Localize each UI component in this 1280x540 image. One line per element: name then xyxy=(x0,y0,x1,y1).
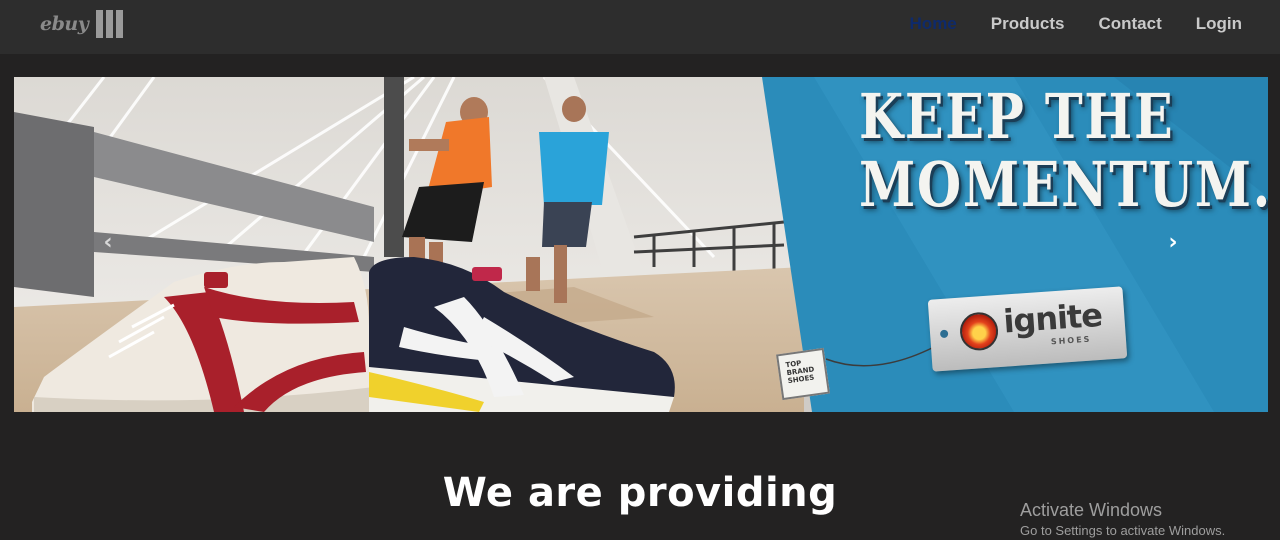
watermark-title: Activate Windows xyxy=(1020,500,1163,520)
nav-link-contact[interactable]: Contact xyxy=(1098,14,1161,34)
mini-tag: TOP BRAND SHOES xyxy=(776,347,830,401)
logo-bars-icon xyxy=(96,10,124,38)
headline-line-1: KEEP THE xyxy=(859,80,1175,153)
chevron-right-icon[interactable]: › xyxy=(1158,227,1188,257)
tag-hole xyxy=(939,329,949,339)
nav-link-products[interactable]: Products xyxy=(991,14,1065,34)
nav-links: Home Products Contact Login xyxy=(910,0,1242,48)
watermark-subtitle: Go to Settings to activate Windows. xyxy=(1020,523,1226,538)
hero-carousel[interactable]: KEEP THE MOMENTUM... ignite SHOES TOP BR… xyxy=(14,77,1268,412)
nav-link-login[interactable]: Login xyxy=(1196,14,1242,34)
headline-line-2: MOMENTUM... xyxy=(859,148,1268,221)
nav-link-home[interactable]: Home xyxy=(910,14,957,34)
activate-windows-watermark: Activate Windows Go to Settings to activ… xyxy=(1020,499,1225,540)
slide-headline: KEEP THE MOMENTUM... xyxy=(859,80,1268,221)
flame-icon xyxy=(958,311,1000,352)
brand-subtitle: SHOES xyxy=(1050,334,1092,347)
chevron-left-icon[interactable]: ‹ xyxy=(93,227,123,257)
logo-text: ebuy xyxy=(40,13,89,35)
brand-hang-tag: ignite SHOES xyxy=(927,286,1128,372)
navbar: ebuy Home Products Contact Login xyxy=(0,0,1280,54)
brand-logo[interactable]: ebuy xyxy=(40,8,124,40)
